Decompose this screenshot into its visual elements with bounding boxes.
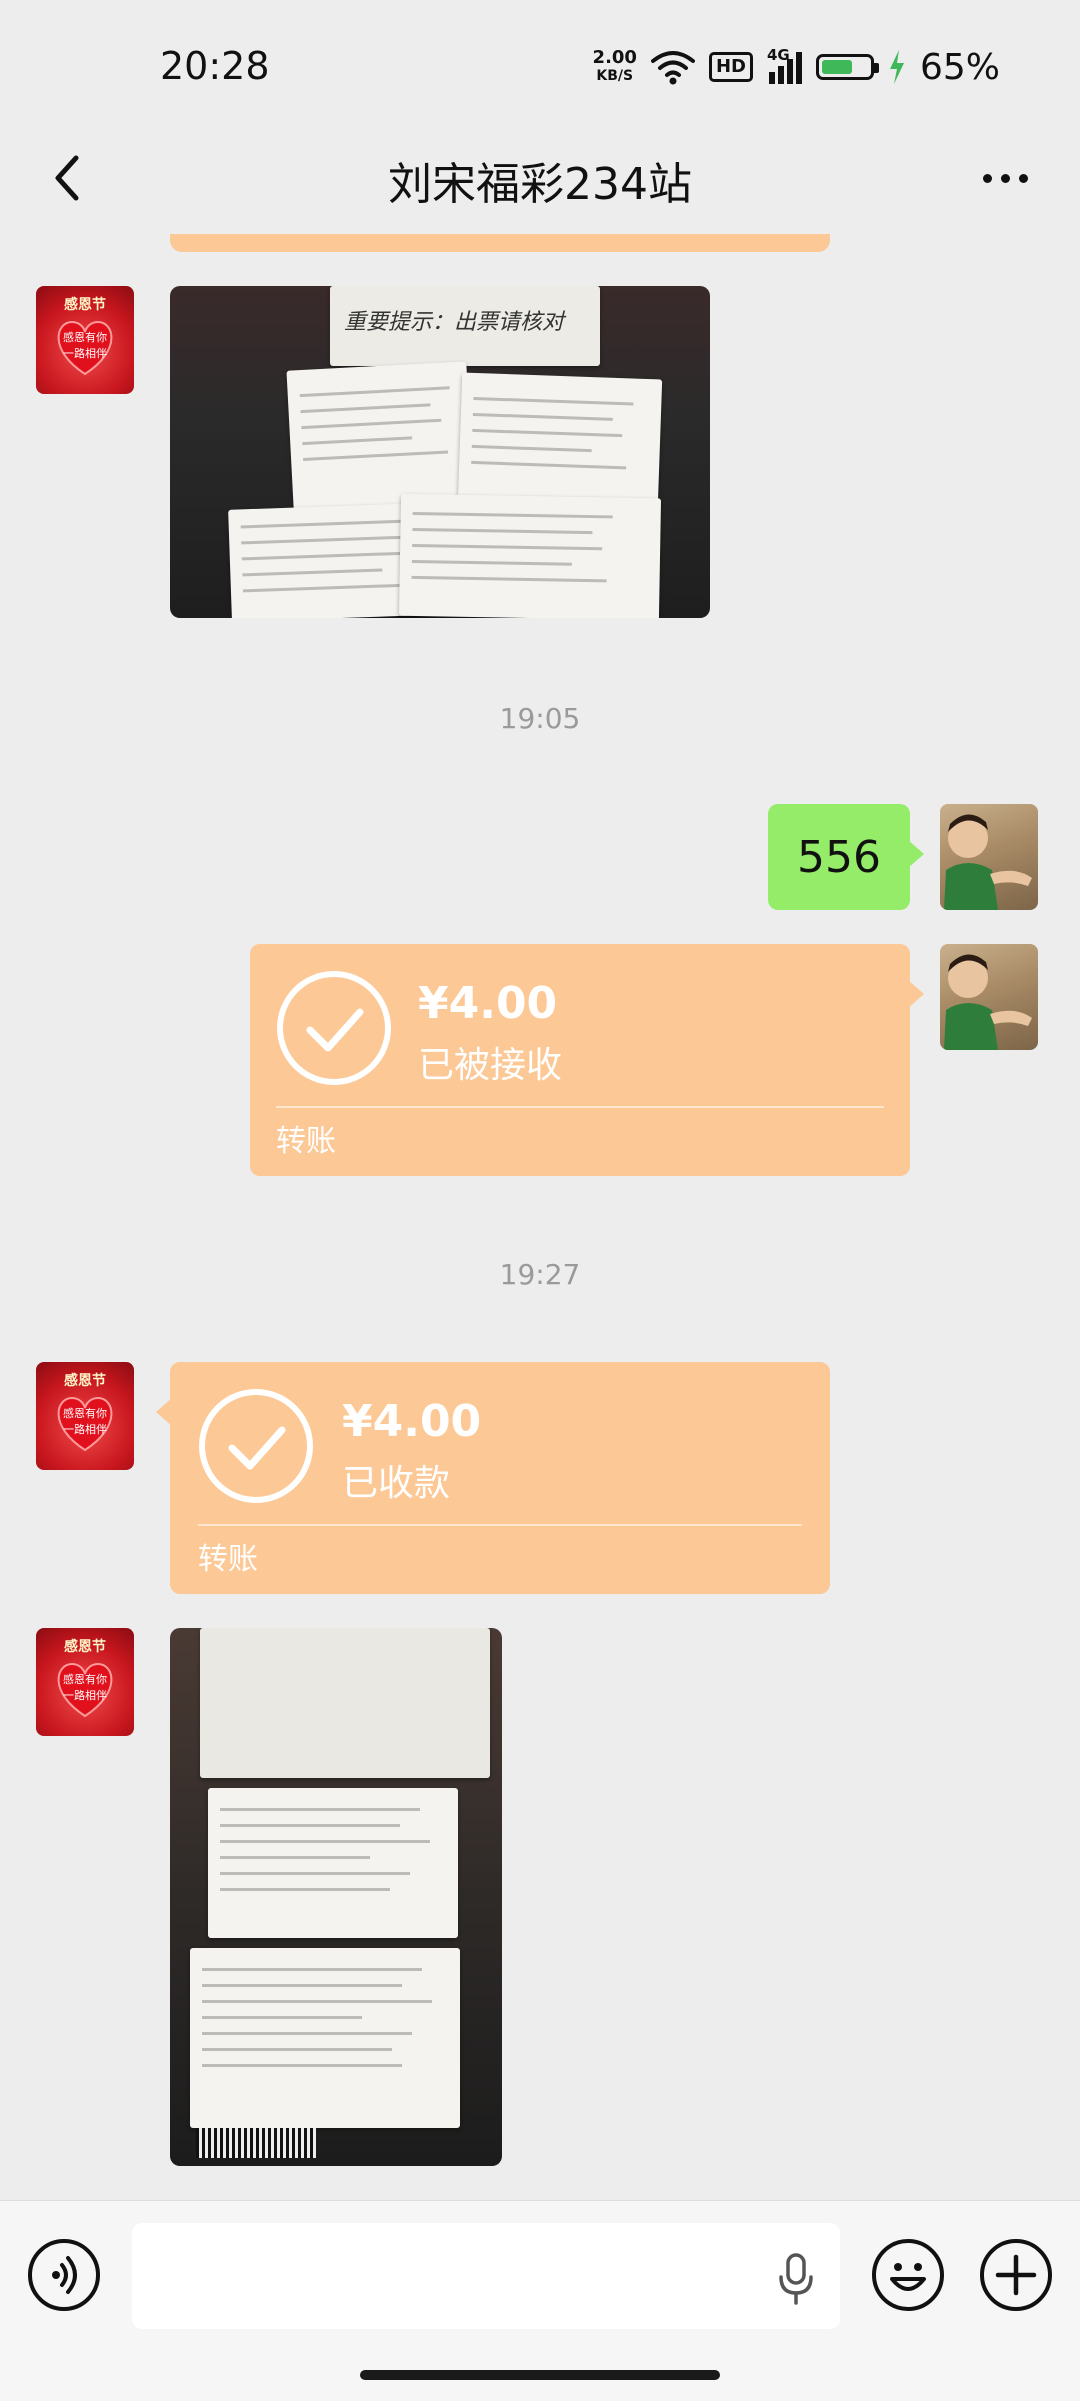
signal-icon: 4G (767, 46, 802, 84)
ticket-caption: 重要提示：出票请核对 (344, 310, 565, 335)
network-speed: 2.00 KB/S (593, 49, 637, 85)
lottery-ticket (286, 361, 474, 511)
ticket-paper (200, 1628, 490, 1778)
contact-avatar[interactable]: 感恩节 感恩有你 一路相伴 (36, 1628, 134, 1736)
home-indicator[interactable] (360, 2370, 720, 2380)
avatar-subtitle: 感恩有你 一路相伴 (63, 331, 107, 360)
plus-icon (995, 2254, 1037, 2296)
my-avatar[interactable] (940, 804, 1038, 910)
person-photo-icon (944, 814, 1032, 910)
ticket-paper: 重要提示：出票请核对 (330, 286, 600, 366)
person-photo-icon (944, 954, 1032, 1050)
status-icons: 2.00 KB/S HD 4G 65% (593, 42, 1000, 92)
emoji-button[interactable] (872, 2239, 944, 2311)
voice-mode-button[interactable] (28, 2239, 100, 2311)
image-message-2[interactable] (170, 1628, 502, 2166)
sent-text-bubble[interactable]: 556 (768, 804, 924, 910)
lottery-ticket (208, 1788, 458, 1938)
transfer-divider (276, 1106, 884, 1108)
hd-badge: HD (708, 52, 753, 82)
check-circle-icon (199, 1389, 313, 1503)
charging-icon (889, 50, 904, 84)
emoji-icon (890, 2263, 926, 2291)
chat-header: 刘宋福彩234站 (0, 130, 1080, 230)
network-speed-value: 2.00 (592, 47, 637, 68)
transfer-status: 已收款 (342, 1463, 451, 1504)
transfer-label: 转账 (198, 1542, 258, 1577)
network-speed-unit: KB/S (596, 68, 634, 84)
more-options-button[interactable] (970, 148, 1040, 208)
avatar-subtitle: 感恩有你 一路相伴 (63, 1673, 107, 1702)
avatar-title: 感恩节 (64, 1373, 106, 1389)
contact-avatar[interactable]: 感恩节 感恩有你 一路相伴 (36, 1362, 134, 1470)
transfer-amount: ¥4.00 (418, 978, 558, 1029)
contact-avatar[interactable]: 感恩节 感恩有你 一路相伴 (36, 286, 134, 394)
status-time: 20:28 (160, 44, 270, 88)
avatar-subtitle: 感恩有你 一路相伴 (63, 1407, 107, 1436)
more-horizontal-icon (982, 173, 992, 183)
transfer-status: 已被接收 (418, 1045, 563, 1086)
timestamp: 19:27 (499, 1258, 581, 1291)
battery-percent: 65% (919, 46, 1000, 88)
network-type: 4G (766, 46, 790, 64)
my-avatar[interactable] (940, 944, 1038, 1050)
previous-transfer-bubble-edge (170, 234, 830, 252)
lottery-ticket (190, 1948, 460, 2128)
transfer-label: 转账 (276, 1124, 336, 1159)
message-text: 556 (797, 832, 881, 883)
check-circle-icon (277, 971, 391, 1085)
voice-mode-icon (52, 2256, 77, 2294)
message-input[interactable] (132, 2223, 840, 2329)
avatar-title: 感恩节 (64, 297, 106, 313)
timestamp: 19:05 (499, 702, 581, 735)
transfer-divider (198, 1524, 802, 1526)
battery-icon (815, 54, 879, 80)
avatar-title: 感恩节 (64, 1639, 106, 1655)
transfer-amount: ¥4.00 (342, 1396, 482, 1447)
status-bar: 20:28 2.00 KB/S HD 4G 65% (0, 0, 1080, 130)
barcode (196, 2128, 316, 2158)
wifi-icon (650, 51, 695, 85)
lottery-ticket (457, 372, 663, 510)
sent-transfer-card[interactable]: ¥4.00 已被接收 转账 (250, 944, 924, 1176)
image-message-1[interactable]: 重要提示：出票请核对 (170, 286, 710, 618)
plus-button[interactable] (980, 2239, 1052, 2311)
received-transfer-card[interactable]: ¥4.00 已收款 转账 (156, 1362, 830, 1594)
microphone-icon[interactable] (776, 2253, 816, 2305)
lottery-ticket (398, 493, 662, 618)
chat-title: 刘宋福彩234站 (388, 159, 692, 210)
